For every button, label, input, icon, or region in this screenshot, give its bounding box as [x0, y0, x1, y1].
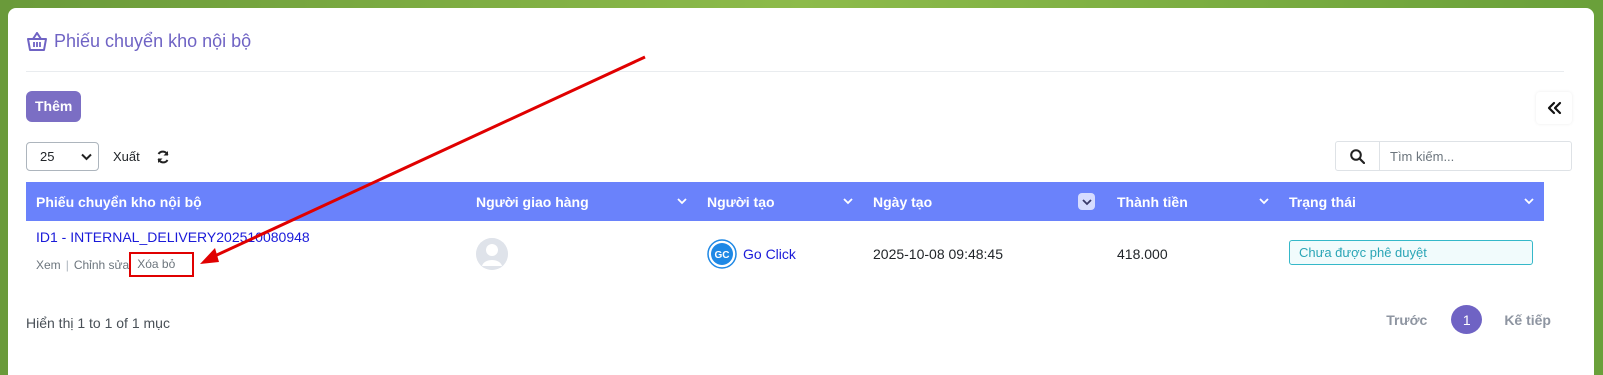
document-link[interactable]: ID1 - INTERNAL_DELIVERY202510080948	[36, 229, 456, 245]
chevron-down-icon	[1081, 198, 1092, 205]
chevron-down-icon	[677, 198, 687, 205]
creator: GC Go Click	[707, 239, 853, 269]
cell-document: ID1 - INTERNAL_DELIVERY202510080948 Xem …	[26, 221, 466, 287]
table-header-row: Phiếu chuyển kho nội bộ Người giao hàng …	[26, 182, 1544, 221]
chevron-down-icon	[1524, 198, 1534, 205]
column-header-creator[interactable]: Người tạo	[697, 182, 863, 221]
row-actions: Xem | Chỉnh sửa Xóa bỏ	[36, 252, 456, 277]
search-button[interactable]	[1336, 142, 1380, 170]
page-header: Phiếu chuyển kho nội bộ	[26, 30, 1564, 72]
cell-shipper	[466, 221, 697, 287]
chevron-down-icon	[843, 198, 853, 205]
export-button[interactable]: Xuất	[113, 149, 140, 164]
creator-link[interactable]: Go Click	[743, 246, 796, 262]
column-header-shipper[interactable]: Người giao hàng	[466, 182, 697, 221]
table-row: ID1 - INTERNAL_DELIVERY202510080948 Xem …	[26, 221, 1544, 287]
pagination: Trước 1 Kế tiếp	[1386, 305, 1551, 334]
table-toolbar: 25 Xuất	[26, 142, 170, 171]
table-info: Hiển thị 1 to 1 of 1 mục	[26, 315, 170, 331]
edit-action[interactable]: Chỉnh sửa	[74, 258, 129, 272]
cell-status: Chưa được phê duyệt	[1279, 221, 1544, 287]
search-icon	[1350, 148, 1365, 164]
cell-creator: GC Go Click	[697, 221, 863, 287]
next-page-button[interactable]: Kế tiếp	[1504, 312, 1551, 328]
go-click-logo-icon: GC	[707, 239, 737, 269]
sort-toggle[interactable]	[1078, 193, 1095, 210]
double-chevron-left-icon	[1547, 101, 1562, 115]
page-size-select[interactable]: 25	[26, 142, 99, 171]
page-size-value: 25	[40, 149, 55, 164]
page-title: Phiếu chuyển kho nội bộ	[54, 31, 252, 51]
search-input[interactable]	[1380, 148, 1571, 164]
view-action[interactable]: Xem	[36, 258, 61, 272]
chevron-down-icon	[81, 153, 92, 160]
cell-amount: 418.000	[1117, 246, 1168, 262]
cell-created-date: 2025-10-08 09:48:45	[873, 246, 1003, 262]
column-header-document[interactable]: Phiếu chuyển kho nội bộ	[26, 182, 466, 221]
delete-action[interactable]: Xóa bỏ	[129, 252, 195, 277]
search-group	[1335, 141, 1572, 171]
chevron-down-icon	[1259, 198, 1269, 205]
refresh-icon[interactable]	[156, 150, 170, 164]
svg-text:GC: GC	[715, 250, 730, 261]
add-button[interactable]: Thêm	[26, 91, 82, 122]
column-header-amount[interactable]: Thành tiền	[1107, 182, 1279, 221]
column-header-created-date[interactable]: Ngày tạo	[863, 182, 1107, 221]
action-separator: |	[65, 257, 69, 272]
avatar	[476, 238, 508, 270]
transfer-table: Phiếu chuyển kho nội bộ Người giao hàng …	[26, 182, 1544, 287]
prev-page-button[interactable]: Trước	[1386, 312, 1427, 328]
basket-icon	[27, 32, 47, 51]
main-card: Phiếu chuyển kho nội bộ Thêm 25 Xuất Tìm…	[8, 8, 1594, 375]
page-1-button[interactable]: 1	[1451, 305, 1483, 334]
collapse-button[interactable]	[1536, 92, 1572, 124]
status-badge: Chưa được phê duyệt	[1289, 239, 1533, 265]
column-header-status[interactable]: Trạng thái	[1279, 182, 1544, 221]
